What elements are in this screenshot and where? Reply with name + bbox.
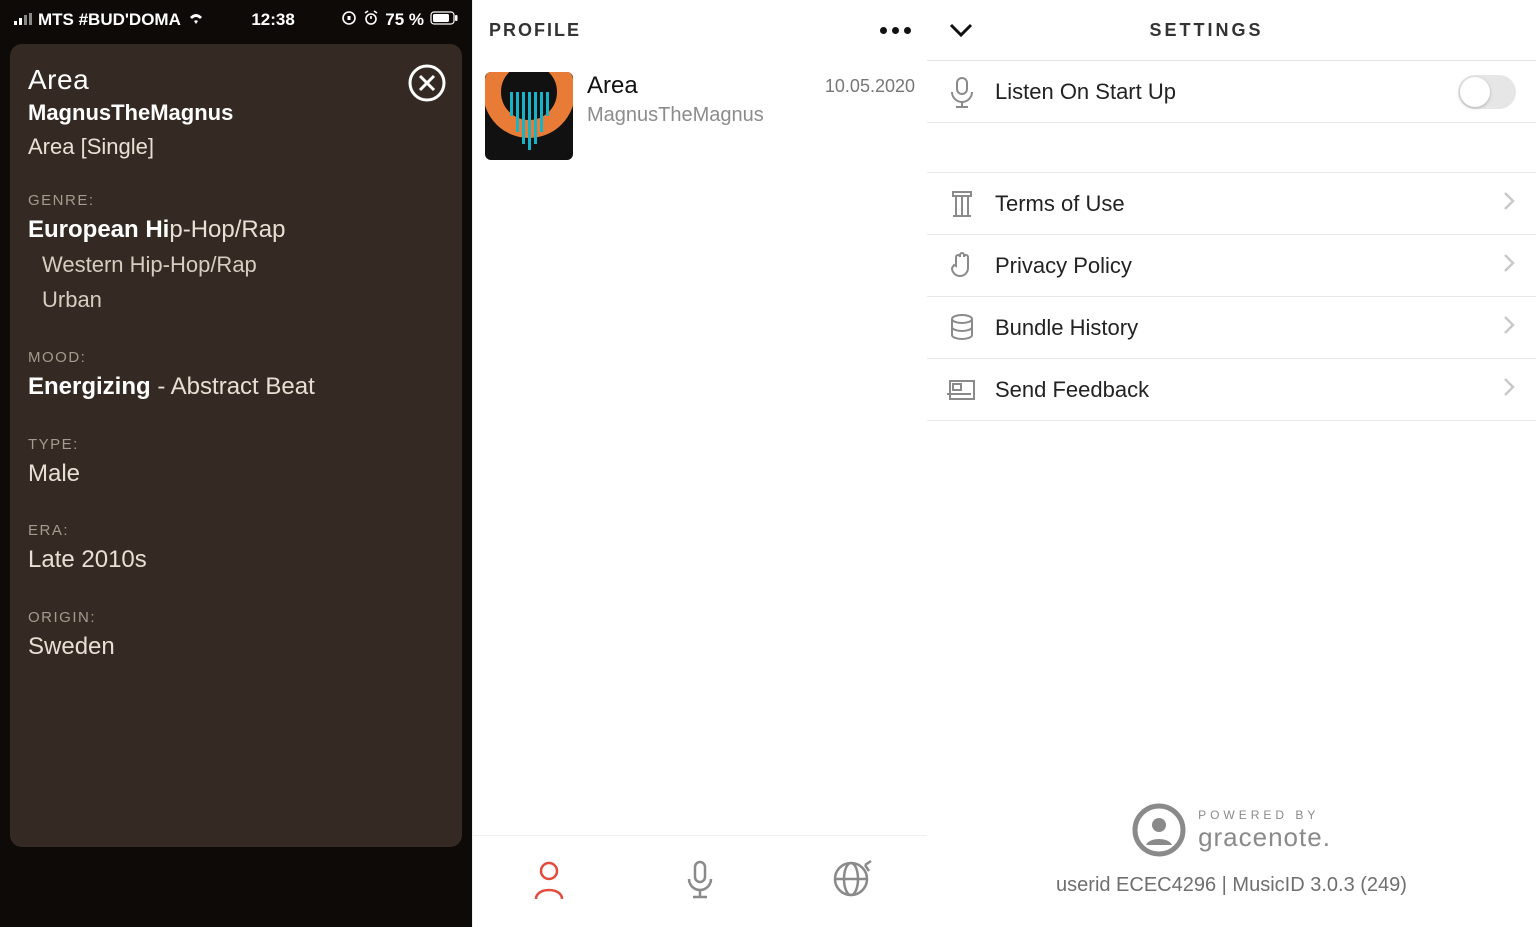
version-footer: userid ECEC4296 | MusicID 3.0.3 (249) [927,874,1536,897]
era-value: Late 2010s [28,543,444,577]
gracenote-big: gracenote. [1198,822,1331,853]
chevron-right-icon [1502,253,1516,278]
era-heading: ERA: [28,522,444,539]
chevron-right-icon [1502,377,1516,402]
type-heading: TYPE: [28,436,444,453]
listen-startup-label: Listen On Start Up [995,79,1458,105]
setting-listen-on-startup: Listen On Start Up [927,61,1536,123]
more-button[interactable] [880,27,911,34]
setting-terms[interactable]: Terms of Use [927,173,1536,235]
orientation-lock-icon [341,10,357,31]
mood-value: Energizing - Abstract Beat [28,370,444,404]
feedback-label: Send Feedback [995,377,1502,403]
tab-profile[interactable] [527,857,571,906]
tab-listen[interactable] [678,857,722,906]
row-subtitle: MagnusTheMagnus [587,104,825,127]
listen-startup-toggle[interactable] [1458,75,1516,109]
signal-icon [14,10,32,30]
hand-icon [947,250,995,282]
genre-sub-2: Urban [42,282,444,317]
profile-panel: PROFILE Area MagnusTheMagnus 10.05.2020 [472,0,927,927]
settings-panel: SETTINGS Listen On Start Up Terms of Use [927,0,1536,927]
settings-header: SETTINGS [972,20,1441,41]
wifi-icon [187,10,205,30]
album-art-icon [485,72,573,160]
mood-heading: MOOD: [28,349,444,366]
artist-name: MagnusTheMagnus [28,100,444,126]
genre-heading: GENRE: [28,192,444,209]
profile-header: PROFILE [489,20,581,41]
track-info-card: Area MagnusTheMagnus Area [Single] GENRE… [10,44,462,847]
album-name: Area [Single] [28,134,444,160]
chevron-right-icon [1502,315,1516,340]
status-bar: MTS #BUD'DOMA 12:38 75 % [0,0,472,40]
terms-label: Terms of Use [995,191,1502,217]
gracenote-small: POWERED BY [1198,808,1331,822]
track-title: Area [28,64,444,96]
mail-icon [947,376,995,404]
history-row[interactable]: Area MagnusTheMagnus 10.05.2020 [473,60,927,172]
gracenote-branding: POWERED BY gracenote. [927,803,1536,857]
setting-bundle-history[interactable]: Bundle History [927,297,1536,359]
tab-bar [473,835,927,927]
battery-label: 75 % [385,10,424,30]
tab-discover[interactable] [829,857,873,906]
detail-panel: MTS #BUD'DOMA 12:38 75 % [0,0,472,927]
bundle-label: Bundle History [995,315,1502,341]
alarm-icon [363,10,379,31]
carrier-label: MTS #BUD'DOMA [38,10,181,30]
gracenote-logo-icon [1132,803,1186,857]
row-title: Area [587,72,825,100]
genre-sub-1: Western Hip-Hop/Rap [42,247,444,282]
microphone-icon [678,857,722,901]
chevron-down-icon [947,16,975,44]
setting-privacy[interactable]: Privacy Policy [927,235,1536,297]
close-button[interactable] [406,62,448,104]
type-value: Male [28,457,444,491]
chevron-right-icon [1502,191,1516,216]
database-icon [947,312,995,344]
row-date: 10.05.2020 [825,72,915,97]
privacy-label: Privacy Policy [995,253,1502,279]
close-icon [407,63,447,103]
clock-label: 12:38 [205,10,341,30]
microphone-icon [947,76,995,108]
genre-main: European Hip-Hop/Rap [28,213,444,247]
setting-feedback[interactable]: Send Feedback [927,359,1536,421]
battery-icon [430,10,458,30]
globe-icon [829,857,873,901]
origin-value: Sweden [28,630,444,664]
profile-icon [527,857,571,901]
column-icon [947,188,995,220]
origin-heading: ORIGIN: [28,609,444,626]
